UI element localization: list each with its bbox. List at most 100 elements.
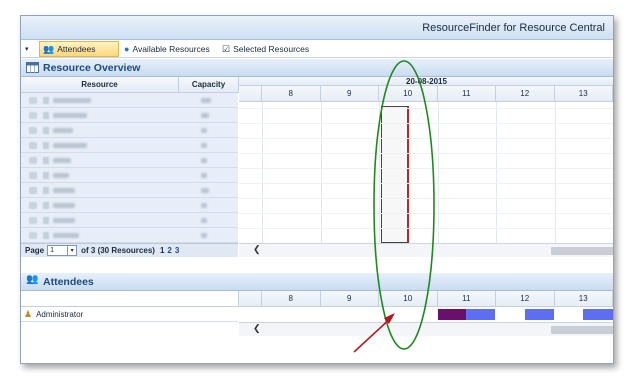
users-icon: 👥 (26, 274, 39, 285)
hour-header-12: 12 (496, 291, 555, 307)
expand-icon[interactable] (29, 202, 37, 209)
app-window: ResourceFinder for Resource Central ▾ 👥 … (20, 15, 614, 364)
grid-row-line (239, 183, 613, 184)
hour-header-9: 9 (320, 291, 379, 307)
hour-header-10: 10 (379, 86, 438, 102)
resource-icon (43, 232, 49, 239)
tab-available-label: Available Resources (132, 44, 210, 54)
pager-label: Page (25, 246, 45, 255)
title-bar: ResourceFinder for Resource Central (21, 16, 613, 40)
pager: Page 1 ▾ of 3 (30 Resources) 123 (21, 243, 238, 257)
expand-icon[interactable] (29, 112, 37, 119)
attendee-name: Administrator (36, 309, 84, 319)
scroll-thumb[interactable] (551, 326, 613, 334)
expand-icon[interactable] (29, 172, 37, 179)
expand-icon[interactable] (29, 187, 37, 194)
resource-row[interactable] (21, 138, 238, 153)
capacity-redacted (201, 188, 209, 193)
busy-block-dark (438, 309, 466, 320)
scroll-thumb[interactable] (551, 247, 613, 255)
toolbar: ▾ 👥 Attendees ● Available Resources ☑ Se… (21, 40, 613, 58)
grid-row-line (239, 198, 613, 199)
resource-name-redacted (53, 173, 69, 178)
attendee-horizontal-scrollbar[interactable]: ❮ (239, 322, 613, 336)
window-title: ResourceFinder for Resource Central (422, 22, 605, 34)
attendee-row[interactable]: ♟ Administrator (21, 307, 238, 322)
expand-icon[interactable] (29, 127, 37, 134)
resource-row[interactable] (21, 168, 238, 183)
resource-name-redacted (53, 233, 79, 238)
tab-attendees[interactable]: 👥 Attendees (39, 41, 119, 57)
user-icon: ♟ (24, 308, 33, 319)
resource-row[interactable] (21, 108, 238, 123)
resource-row[interactable] (21, 183, 238, 198)
resource-icon (43, 187, 49, 194)
resource-name-redacted (53, 203, 75, 208)
pager-count: of 3 (30 Resources) (81, 246, 155, 255)
resource-icon (43, 112, 49, 119)
expand-icon[interactable] (29, 97, 37, 104)
capacity-redacted (201, 158, 207, 163)
hour-header-13: 13 (554, 86, 613, 102)
resource-name-redacted (53, 143, 87, 148)
page-link-1[interactable]: 1 (160, 246, 164, 255)
grid-row-line (239, 213, 613, 214)
resource-name-redacted (53, 128, 73, 133)
column-header-resource[interactable]: Resource (21, 77, 179, 93)
schedule-horizontal-scrollbar[interactable]: ❮ (239, 243, 613, 257)
page-link-3[interactable]: 3 (175, 246, 179, 255)
resource-row[interactable] (21, 228, 238, 243)
resource-name-redacted (53, 188, 75, 193)
chevron-down-icon: ▾ (25, 46, 29, 53)
scroll-left-icon[interactable]: ❮ (253, 244, 261, 255)
resource-name-redacted (53, 218, 75, 223)
hour-header-8: 8 (262, 86, 321, 102)
grid-row-line (239, 108, 613, 109)
expand-icon[interactable] (29, 217, 37, 224)
resource-icon (43, 157, 49, 164)
page-select[interactable]: 1 ▾ (47, 245, 78, 256)
hour-header-12: 12 (496, 86, 555, 102)
resource-row[interactable] (21, 153, 238, 168)
resource-name-redacted (53, 98, 91, 103)
expand-icon[interactable] (29, 157, 37, 164)
resource-row[interactable] (21, 198, 238, 213)
hour-header-11: 11 (437, 86, 496, 102)
capacity-redacted (201, 143, 207, 148)
resource-overview-title: Resource Overview (43, 62, 141, 74)
globe-icon: ● (124, 44, 130, 54)
expand-icon[interactable] (29, 232, 37, 239)
expand-icon[interactable] (29, 142, 37, 149)
busy-block-light (525, 309, 554, 320)
tab-available-resources[interactable]: ● Available Resources (121, 41, 219, 57)
capacity-redacted (201, 218, 207, 223)
selected-time-slot (381, 106, 409, 243)
hour-header-spacer (239, 86, 262, 102)
schedule-grid[interactable] (239, 93, 613, 244)
grid-row-line (239, 138, 613, 139)
resource-name-redacted (53, 113, 87, 118)
tab-attendees-label: Attendees (57, 44, 96, 54)
resource-row[interactable] (21, 213, 238, 228)
toolbar-menu-dropdown[interactable]: ▾ (21, 41, 39, 57)
attendee-schedule[interactable] (239, 307, 613, 322)
busy-block-light (583, 309, 613, 320)
tab-selected-resources[interactable]: ☑ Selected Resources (219, 41, 319, 57)
grid-row-line (239, 123, 613, 124)
resource-row[interactable] (21, 93, 238, 108)
hour-header-9: 9 (320, 86, 379, 102)
capacity-redacted (201, 98, 211, 103)
pager-links: 123 (160, 246, 182, 255)
attendee-name-header (21, 291, 239, 307)
hour-header-8: 8 (262, 291, 321, 307)
resource-row[interactable] (21, 123, 238, 138)
date-header: 20-08-2015 (239, 77, 613, 86)
attendees-header: 👥 Attendees (21, 273, 613, 291)
grid-row-line (239, 228, 613, 229)
grid-row-line (239, 153, 613, 154)
page-link-2[interactable]: 2 (167, 246, 171, 255)
column-header-capacity[interactable]: Capacity (179, 77, 239, 93)
attendees-title: Attendees (43, 276, 94, 288)
busy-block-light (466, 309, 495, 320)
scroll-left-icon[interactable]: ❮ (253, 323, 261, 334)
